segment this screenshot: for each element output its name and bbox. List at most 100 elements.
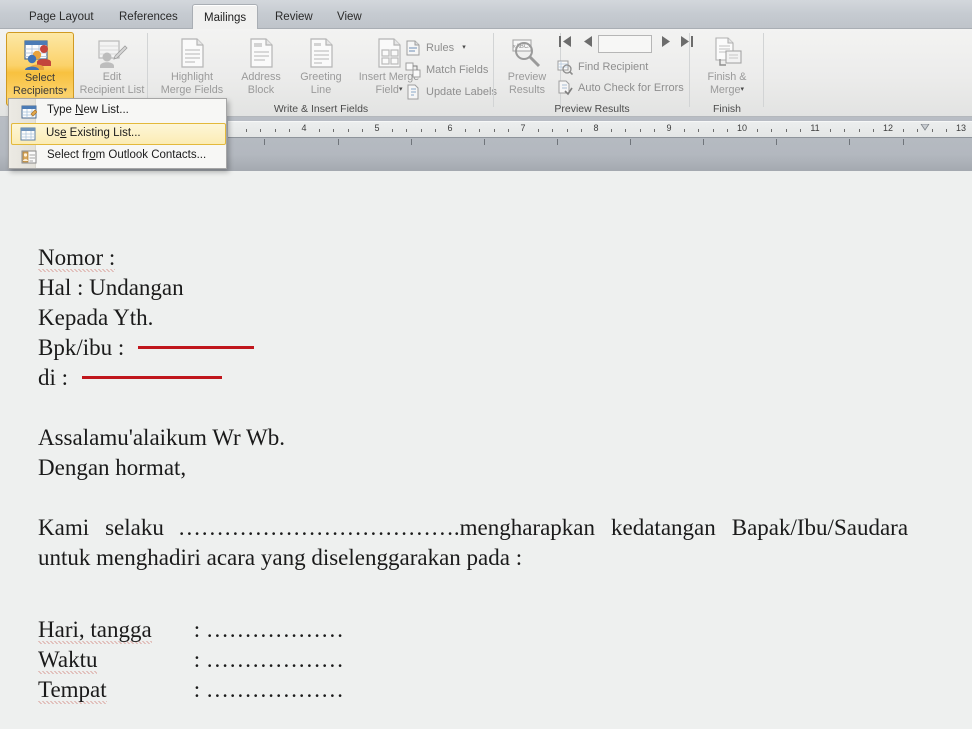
detail-colon: : [193,677,201,702]
tab-stop-marker [484,139,485,145]
tab-stop-marker [557,139,558,145]
edit-recipient-list-label-1: Edit [102,71,122,83]
record-number-input[interactable] [598,35,652,53]
ruler-tick [727,129,729,132]
menu-item-select-from-outlook-contacts[interactable]: Select from Outlook Contacts... [11,146,226,168]
tab-label: Review [275,11,313,23]
doc-line-text: Hal : Undangan [38,275,184,300]
doc-line-text: di : [38,365,69,390]
ruler-number: 9 [666,123,672,133]
address-block-label-1: Address [241,71,281,83]
select-recipients-dropdown-menu: Type New List... Use Existing List... Se… [8,98,227,169]
tab-label: View [337,11,362,23]
doc-blank-line [38,393,938,423]
ruler-tick [318,129,320,132]
find-recipient-label: Find Recipient [578,61,649,73]
auto-check-for-errors-label: Auto Check for Errors [578,82,684,94]
highlight-merge-fields-label-1: Highlight [170,71,213,83]
insert-merge-field-icon [372,37,406,69]
edit-recipient-list-button[interactable]: Edit Recipient List [78,32,146,106]
highlight-merge-fields-button[interactable]: Highlight Merge Fields [154,32,230,106]
edit-recipient-list-icon [95,37,129,69]
greeting-line-button[interactable]: Greeting Line [292,32,350,106]
ruler-tick [566,129,568,132]
para-mengharapkan: mengharapkan [459,515,596,540]
doc-line-text: Kepada Yth. [38,305,154,330]
doc-line-salam: Assalamu'alaikum Wr Wb. [38,423,938,453]
tab-stop-marker [903,139,904,145]
tab-page-layout[interactable]: Page Layout [18,4,105,29]
update-labels-button[interactable]: Update Labels [404,81,497,103]
tab-references[interactable]: References [108,4,189,29]
ruler-tick [873,129,875,132]
ruler-tick [464,129,466,132]
ruler-number: 13 [955,123,967,133]
group-label-preview-results: Preview Results [554,103,630,115]
address-block-button[interactable]: Address Block [232,32,290,106]
doc-blank-line [38,603,938,615]
tab-label: Mailings [204,12,247,24]
tab-view[interactable]: View [326,4,373,29]
preview-results-label-1: Preview [507,71,547,83]
doc-blank-line [38,483,938,513]
goto-first-record-button[interactable] [556,34,574,54]
tab-clipped-left[interactable]: t [0,4,10,29]
auto-check-for-errors-button[interactable]: Auto Check for Errors [556,77,684,99]
update-labels-icon [405,84,421,100]
para-bapak-ibu-saudara: Bapak/Ibu/Saudara [731,515,909,540]
update-labels-label: Update Labels [426,86,497,98]
right-indent-marker[interactable] [920,122,930,132]
doc-detail-row: Hari, tangga : ……………… [38,615,938,645]
doc-line-hal: Hal : Undangan [38,273,938,303]
ruler-tick [625,129,627,132]
doc-line-nomor: Nomor : [38,243,938,273]
tab-label: References [119,11,178,23]
doc-line-bpk-ibu: Bpk/ibu : [38,333,938,363]
rules-button[interactable]: Rules ▾ [404,37,466,59]
goto-next-record-button[interactable] [657,34,675,54]
tab-mailings[interactable]: Mailings [192,4,259,30]
select-recipients-button[interactable]: Select Recipients▾ [6,32,74,106]
detail-dots: ……………… [205,647,344,672]
ruler-tick [946,129,948,132]
ruler-tick [931,129,933,132]
ruler-tick [362,129,364,132]
ruler-tick [552,129,554,132]
find-recipient-icon [557,59,574,76]
address-block-label-2: Block [247,83,275,96]
use-existing-list-icon [20,126,36,142]
find-recipient-button[interactable]: Find Recipient [556,56,648,78]
signature-rule [81,375,222,379]
menu-item-type-new-list[interactable]: Type New List... [11,101,226,123]
para-line2-text: untuk menghadiri acara yang diselenggara… [38,545,523,570]
detail-label: Hari, tangga [38,617,152,644]
ruler-tick [610,129,612,132]
tab-review[interactable]: Review [264,4,324,29]
outlook-contacts-icon [21,149,37,165]
ruler-tick [844,129,846,132]
detail-dots: ……………… [205,677,344,702]
ruler-tick [391,129,393,132]
horizontal-ruler[interactable]: 456789101112131415 [228,121,972,138]
finish-and-merge-button[interactable]: Finish & Merge▾ [693,32,761,106]
doc-line-di: di : [38,363,938,393]
tab-stop-marker [849,139,850,145]
goto-previous-record-button[interactable] [579,34,597,54]
detail-label: Waktu [38,647,98,674]
ruler-tick [683,129,685,132]
document-page-icon [304,37,338,69]
select-recipients-icon [23,38,57,71]
ruler-tick [712,129,714,132]
document-body[interactable]: Nomor : Hal : Undangan Kepada Yth. Bpk/i… [38,243,938,705]
greeting-line-label-2: Line [310,83,332,96]
para-kami: Kami [38,515,90,540]
ruler-number: 12 [882,123,894,133]
finish-and-merge-label-2: Merge▾ [709,83,745,96]
ruler-tick [829,129,831,132]
preview-results-button[interactable]: «ABC» Preview Results [498,32,556,106]
match-fields-button[interactable]: Match Fields [404,59,488,81]
menu-item-use-existing-list[interactable]: Use Existing List... [11,123,226,145]
ruler-tick [245,129,247,132]
ruler-tick [771,129,773,132]
document-page[interactable]: Nomor : Hal : Undangan Kepada Yth. Bpk/i… [0,171,972,729]
